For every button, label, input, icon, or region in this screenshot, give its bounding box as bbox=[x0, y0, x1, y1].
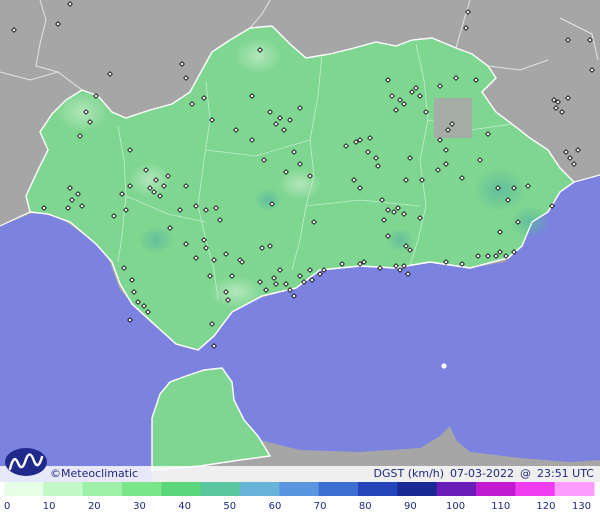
scale-tick-label: 30 bbox=[133, 501, 146, 512]
scale-swatch bbox=[122, 482, 162, 496]
variable-label: DGST (km/h) bbox=[373, 467, 445, 480]
scale-swatch bbox=[476, 482, 516, 496]
scale-swatch bbox=[240, 482, 280, 496]
scale-tick-label: 70 bbox=[314, 501, 327, 512]
scale-tick-label: 60 bbox=[269, 501, 282, 512]
scale-tick-label: 0 bbox=[4, 501, 10, 512]
at-label: @ bbox=[519, 467, 531, 480]
scale-swatch bbox=[43, 482, 84, 496]
meteoclimatic-logo bbox=[5, 448, 47, 476]
scale-tick-label: 120 bbox=[536, 501, 555, 512]
date-label: 07-03-2022 bbox=[450, 467, 514, 480]
scale-tick-label: 110 bbox=[491, 501, 510, 512]
map-canvas bbox=[0, 0, 600, 482]
scale-swatch bbox=[200, 482, 241, 496]
credit-text: ©Meteoclimatic bbox=[50, 467, 139, 480]
scale-tick-label: 130 bbox=[572, 501, 591, 512]
map-caption: DGST (km/h) 07-03-2022 @23:51 UTC bbox=[368, 467, 595, 481]
time-label: 23:51 UTC bbox=[536, 467, 594, 480]
scale-swatch bbox=[397, 482, 438, 496]
scale-swatch bbox=[279, 482, 320, 496]
scale-swatch bbox=[554, 482, 595, 496]
map-view: ©Meteoclimatic DGST (km/h) 07-03-2022 @23:… bbox=[0, 0, 600, 517]
scale-tick-label: 80 bbox=[359, 501, 372, 512]
color-scale: 0 10 20 30 40 50 60 70 80 90 100 110 120 130 bbox=[0, 482, 600, 517]
color-scale-bar: 0 10 20 30 40 50 60 70 80 90 100 110 120 130 bbox=[4, 482, 595, 512]
scale-swatch bbox=[436, 482, 477, 496]
alboran-island bbox=[441, 363, 447, 369]
scale-swatch bbox=[4, 482, 44, 496]
high-altitude-patch bbox=[434, 98, 472, 138]
scale-swatch bbox=[161, 482, 202, 496]
scale-tick-label: 20 bbox=[88, 501, 101, 512]
scale-tick-label: 100 bbox=[446, 501, 465, 512]
scale-swatch bbox=[358, 482, 398, 496]
scale-swatch bbox=[82, 482, 123, 496]
scale-tick-label: 40 bbox=[178, 501, 191, 512]
scale-tick-label: 50 bbox=[223, 501, 236, 512]
scale-tick-label: 90 bbox=[404, 501, 417, 512]
scale-swatch bbox=[515, 482, 556, 496]
scale-tick-label: 10 bbox=[43, 501, 56, 512]
scale-swatch bbox=[318, 482, 359, 496]
